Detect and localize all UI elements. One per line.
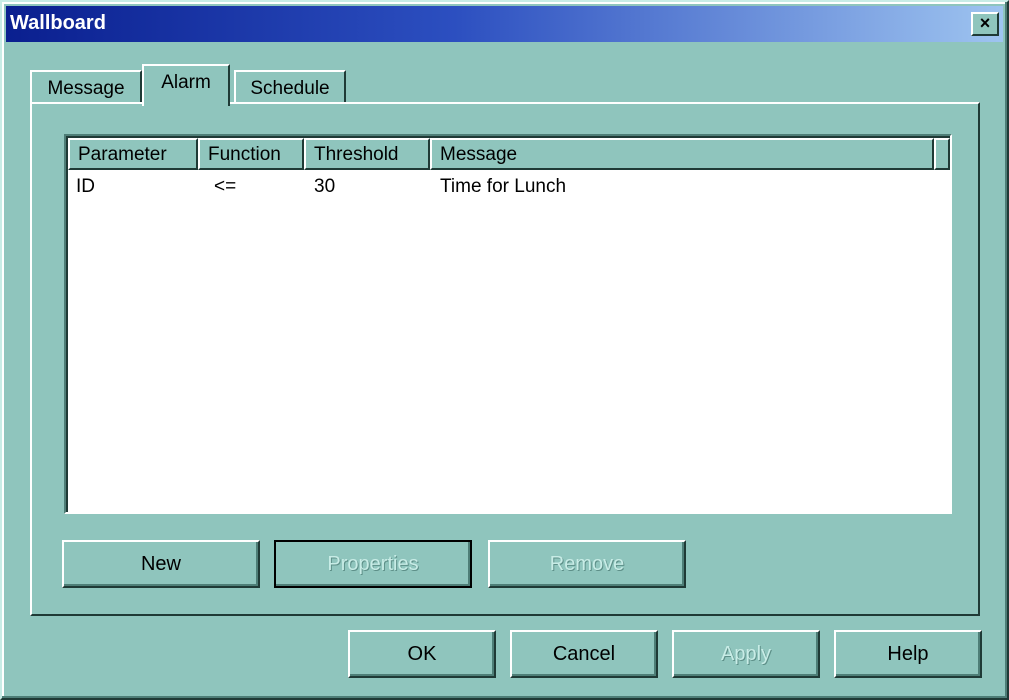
tab-alarm-label: Alarm — [161, 72, 211, 93]
ok-button[interactable]: OK — [348, 630, 496, 678]
close-button[interactable]: × — [971, 12, 999, 36]
column-header-parameter[interactable]: Parameter — [68, 138, 198, 170]
cancel-button[interactable]: Cancel — [510, 630, 658, 678]
apply-button[interactable]: Apply — [672, 630, 820, 678]
tab-schedule[interactable]: Schedule — [234, 70, 346, 104]
cell-message: Time for Lunch — [440, 176, 567, 197]
properties-button[interactable]: Properties — [274, 540, 472, 588]
window-title: Wallboard — [10, 12, 106, 34]
table-row[interactable]: ID <= 30 Time for Lunch — [68, 172, 950, 202]
column-header-threshold[interactable]: Threshold — [304, 138, 430, 170]
wallboard-dialog: Wallboard × Message Alarm Schedule Param… — [0, 0, 1009, 700]
close-icon: × — [979, 13, 991, 33]
column-header-function[interactable]: Function — [198, 138, 304, 170]
tab-message-label: Message — [47, 78, 125, 99]
tab-schedule-label: Schedule — [250, 78, 330, 99]
cell-parameter: ID — [76, 176, 95, 197]
alarm-tab-panel: Parameter Function Threshold Message ID … — [30, 102, 980, 616]
new-button[interactable]: New — [62, 540, 260, 588]
cell-threshold: 30 — [314, 176, 336, 197]
help-button[interactable]: Help — [834, 630, 982, 678]
alarm-list[interactable]: Parameter Function Threshold Message ID … — [64, 134, 952, 514]
cell-function: <= — [214, 176, 237, 197]
column-header-message[interactable]: Message — [430, 138, 934, 170]
tab-alarm[interactable]: Alarm — [142, 64, 230, 106]
list-header: Parameter Function Threshold Message — [68, 138, 950, 170]
tab-message[interactable]: Message — [30, 70, 142, 104]
column-header-filler — [934, 138, 950, 170]
remove-button[interactable]: Remove — [488, 540, 686, 588]
title-bar[interactable]: Wallboard × — [6, 6, 1003, 42]
